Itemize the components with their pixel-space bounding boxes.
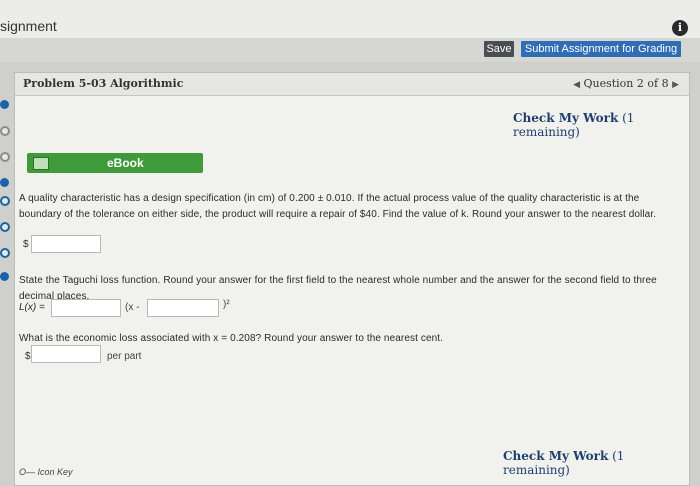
info-icon[interactable]: i	[672, 20, 688, 36]
question-1-text: A quality characteristic has a design sp…	[19, 193, 657, 220]
question-status-dot[interactable]	[0, 196, 10, 206]
ebook-button[interactable]: eBook	[27, 153, 203, 173]
ebook-label: eBook	[107, 156, 144, 170]
question-nav-label: Question 2 of 8	[583, 77, 669, 90]
check-my-work-link[interactable]: Check My Work (1 remaining)	[513, 111, 689, 139]
chevron-left-icon[interactable]: ◀	[573, 80, 580, 90]
chevron-right-icon[interactable]: ▶	[672, 80, 679, 90]
top-bar: signment i	[0, 0, 700, 40]
question-navigator[interactable]: ◀ Question 2 of 8 ▶	[573, 77, 679, 90]
problem-title: Problem 5-03 Algorithmic	[23, 77, 184, 90]
check-my-work-label: Check My Work	[503, 449, 609, 463]
question-pane: Problem 5-03 Algorithmic ◀ Question 2 of…	[14, 72, 690, 486]
check-my-work-link[interactable]: Check My Work (1 remaining)	[503, 449, 689, 477]
icon-key-link[interactable]: O— Icon Key	[19, 467, 73, 477]
question-status-dot[interactable]	[0, 178, 9, 187]
check-my-work-label: Check My Work	[513, 111, 619, 125]
k-value-input[interactable]	[31, 235, 101, 253]
problem-header: Problem 5-03 Algorithmic ◀ Question 2 of…	[15, 73, 689, 96]
question-status-dot[interactable]	[0, 248, 10, 258]
question-status-dot[interactable]	[0, 272, 9, 281]
book-icon	[33, 157, 49, 170]
submit-assignment-button[interactable]: Submit Assignment for Grading	[521, 41, 681, 57]
question-status-dot[interactable]	[0, 100, 9, 109]
question-3-text: What is the economic loss associated wit…	[19, 333, 444, 344]
question-status-dot[interactable]	[0, 126, 10, 136]
assignment-title: signment	[0, 18, 57, 34]
question-status-dot[interactable]	[0, 152, 10, 162]
per-part-label: per part	[107, 351, 142, 362]
question-progress-rail	[0, 72, 14, 322]
currency-symbol: $	[25, 351, 31, 362]
loss-function-close: )²	[223, 299, 230, 310]
question-status-dot[interactable]	[0, 222, 10, 232]
loss-coefficient-input[interactable]	[51, 299, 121, 317]
loss-function-lhs: L(x) =	[19, 302, 45, 313]
currency-symbol: $	[23, 239, 29, 250]
save-button[interactable]: Save	[484, 41, 514, 57]
loss-function-mid: (x -	[125, 302, 140, 313]
economic-loss-input[interactable]	[31, 345, 101, 363]
target-value-input[interactable]	[147, 299, 219, 317]
